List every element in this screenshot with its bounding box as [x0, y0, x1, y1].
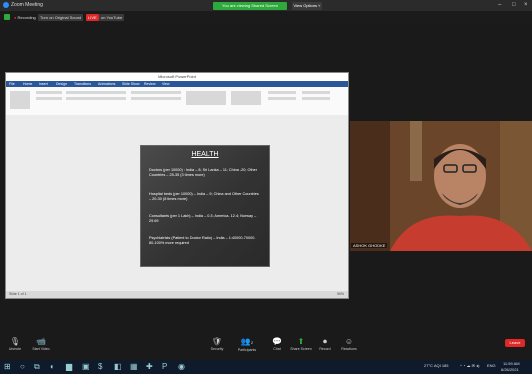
store-icon[interactable]: ▣: [82, 362, 90, 372]
participant-video[interactable]: ASHOK GHODKE: [350, 121, 532, 251]
clock-time[interactable]: 11:59 AM: [503, 361, 520, 366]
recording-indicator[interactable]: ● Recording: [12, 14, 38, 21]
slide-paragraph: Consultants (per 1 Lakh) – India – 0.3; …: [149, 214, 257, 223]
ribbon-control[interactable]: [268, 97, 296, 100]
minimize-icon[interactable]: –: [498, 2, 501, 8]
ribbon-control[interactable]: [268, 91, 296, 94]
tray-icons[interactable]: ^ ◔ ☁ ✉ ◂): [460, 363, 479, 368]
powerpoint-status-bar: Slide 1 of 1 90%: [6, 291, 348, 298]
unmute-label: Unmute: [8, 347, 22, 351]
ribbon-toolbar: [6, 87, 348, 116]
participants-icon: 👥2: [240, 337, 254, 346]
edge-browser-icon[interactable]: ◐: [50, 362, 55, 372]
video-camera-off-icon: 📹: [36, 337, 46, 346]
maximize-icon[interactable]: □: [512, 2, 516, 8]
original-sound-button[interactable]: Turn on Original Sound: [38, 14, 84, 21]
font-format-controls[interactable]: [66, 97, 126, 100]
live-badge: LIVE: [86, 14, 99, 21]
record-label: Record: [319, 347, 331, 351]
paste-button[interactable]: [10, 91, 30, 109]
participant-video-image: [350, 121, 532, 251]
language-indicator[interactable]: ENG: [487, 363, 496, 368]
app-icon[interactable]: ◧: [114, 362, 122, 372]
windows-start-icon[interactable]: ⊞: [4, 362, 11, 372]
start-video-button[interactable]: 📹 Start Video: [30, 337, 52, 351]
ribbon-control[interactable]: [36, 91, 62, 94]
share-screen-label: Share Screen: [290, 347, 312, 351]
slide-paragraph: Doctors (per 10000) : India – 8; Sri Lan…: [149, 168, 257, 177]
slide-editing-area: HEALTH Doctors (per 10000) : India – 8; …: [6, 115, 348, 291]
reactions-icon: ☺: [344, 337, 354, 346]
reactions-label: Reactions: [341, 347, 357, 351]
window-title: Zoom Meeting: [11, 2, 43, 8]
clock-date[interactable]: 6/26/2021: [501, 367, 519, 372]
search-icon[interactable]: ○: [20, 362, 25, 372]
window-titlebar: Zoom Meeting You are viewing Shared Scre…: [0, 0, 532, 11]
paragraph-controls[interactable]: [131, 91, 181, 94]
app-icon[interactable]: $: [98, 362, 102, 372]
task-view-icon[interactable]: ⧉: [34, 362, 40, 372]
leave-button[interactable]: Leave: [505, 339, 525, 347]
slide-heading: HEALTH: [191, 151, 219, 158]
participants-count: 2: [250, 340, 254, 345]
record-icon: ⏺: [323, 337, 327, 346]
paragraph-controls[interactable]: [131, 97, 181, 100]
quick-styles-button[interactable]: [231, 91, 261, 105]
shared-powerpoint-window: Microsoft PowerPoint File Home Insert De…: [5, 72, 349, 299]
weather-widget[interactable]: 27°C AQI 185: [424, 363, 449, 368]
viewing-shared-screen-banner: You are viewing Shared Screen: [213, 2, 287, 10]
find-button[interactable]: [302, 91, 330, 94]
zoom-level[interactable]: 90%: [337, 291, 344, 298]
shield-icon[interactable]: [4, 14, 10, 20]
slide-paragraph: Psychiatrists (Patient to Doctor Ratio) …: [149, 236, 256, 245]
security-label: Security: [210, 347, 224, 351]
share-screen-button[interactable]: ⬆ Share Screen: [290, 337, 312, 351]
slide: HEALTH Doctors (per 10000) : India – 8; …: [140, 145, 270, 267]
zoom-logo-icon: [3, 2, 9, 8]
slide-paragraph: Hospital beds (per 10000) – India – 9; C…: [149, 192, 259, 201]
chat-button[interactable]: 💬 Chat: [266, 337, 288, 351]
chat-icon: 💬: [272, 337, 282, 346]
unmute-button[interactable]: 🎙 Unmute: [4, 337, 26, 351]
drawing-shapes-gallery[interactable]: [186, 91, 226, 105]
shield-icon: 🛡: [211, 337, 223, 346]
record-button[interactable]: ⏺ Record: [314, 337, 336, 351]
start-video-label: Start Video: [32, 347, 50, 351]
app-icon[interactable]: ✚: [146, 362, 153, 372]
meeting-controls-toolbar: 🎙 Unmute 📹 Start Video 🛡 Security 👥2 Par…: [0, 334, 532, 360]
powerpoint-taskbar-icon[interactable]: P: [162, 362, 167, 372]
microphone-muted-icon: 🎙: [9, 337, 21, 346]
windows-taskbar: ⊞ ○ ⧉ ◐ ▆ ▣ $ ◧ ▦ ✚ P ◉ 27°C AQI 185 ^ ◔…: [0, 360, 532, 374]
live-on-youtube-button[interactable]: on YouTube: [99, 14, 125, 21]
chat-label: Chat: [273, 347, 281, 351]
participants-button[interactable]: 👥2 Participants: [236, 337, 258, 352]
file-explorer-icon[interactable]: ▆: [66, 362, 72, 372]
view-options-button[interactable]: View Options ˅: [292, 2, 322, 10]
font-selector[interactable]: [66, 91, 126, 94]
close-icon[interactable]: ×: [524, 2, 528, 8]
security-button[interactable]: 🛡 Security: [206, 337, 228, 351]
participants-label: Participants: [237, 348, 257, 352]
share-screen-icon: ⬆: [297, 337, 305, 346]
replace-button[interactable]: [302, 97, 330, 100]
recording-label: Recording: [17, 15, 36, 20]
zoom-taskbar-icon[interactable]: ◉: [178, 362, 185, 372]
record-dot-icon: ●: [14, 15, 17, 20]
app-icon[interactable]: ▦: [130, 362, 138, 372]
reactions-button[interactable]: ☺ Reactions: [338, 337, 360, 351]
participant-name-label: ASHOK GHODKE: [351, 243, 388, 248]
ribbon-control[interactable]: [36, 97, 62, 100]
slide-counter: Slide 1 of 1: [9, 292, 27, 296]
